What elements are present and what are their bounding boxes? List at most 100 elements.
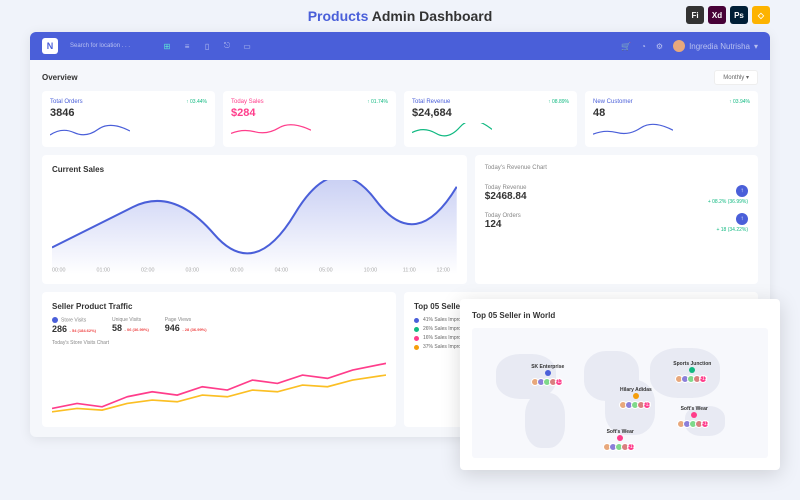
- stat-label: Total Orders: [50, 99, 207, 105]
- seller-pin[interactable]: SK Enterprise+12: [531, 364, 564, 386]
- pin-avatars: +12: [533, 378, 563, 386]
- current-sales-chart: 00:00 01:00 02:00 03:00 00:00 04:00 05:0…: [52, 180, 457, 274]
- tm-value: 58 - 06 (36.99%): [112, 323, 149, 333]
- traffic-chart: [52, 350, 386, 417]
- sketch-icon: ◇: [752, 6, 770, 24]
- seller-pin[interactable]: Hilary Adidas +12: [620, 387, 652, 409]
- stat-value: $284: [231, 107, 388, 119]
- pin-avatars: +12: [621, 401, 651, 409]
- link-icon[interactable]: ⎋: [222, 41, 232, 51]
- seller-pin[interactable]: Soft's Wear+12: [679, 406, 709, 428]
- revenue-badge: ↑ + 18 (34.22%): [716, 213, 748, 233]
- stats-row: ↑ 03.44% Total Orders 3846 ↑ 01.74% Toda…: [42, 91, 758, 147]
- cart-icon[interactable]: 🛒: [621, 42, 631, 51]
- stat-total-orders[interactable]: ↑ 03.44% Total Orders 3846: [42, 91, 215, 147]
- pin-count: +12: [555, 378, 563, 386]
- stat-today-sales[interactable]: ↑ 01.74% Today Sales $284: [223, 91, 396, 147]
- grid-icon[interactable]: ⊞: [162, 41, 172, 51]
- logo[interactable]: N: [42, 38, 58, 54]
- stat-change: ↑ 03.94%: [729, 99, 750, 105]
- tool-icons: Fi Xd Ps ◇: [686, 6, 770, 24]
- pin-label: Sports Junction: [673, 361, 711, 367]
- revenue-change: + 18 (34.22%): [716, 227, 748, 233]
- svg-text:05:00: 05:00: [319, 268, 332, 274]
- charts-row: Current Sales 00:00 01:00 02:00 03:00 00…: [42, 155, 758, 284]
- stat-change: ↑ 08.89%: [548, 99, 569, 105]
- stat-change: ↑ 03.44%: [186, 99, 207, 105]
- world-seller-overlay: Top 05 Seller in World SK Enterprise+12 S…: [460, 299, 780, 470]
- stat-total-revenue[interactable]: ↑ 08.89% Total Revenue $24,684: [404, 91, 577, 147]
- seller-pin[interactable]: Soft's Wear+12: [605, 429, 635, 451]
- card-title: Current Sales: [52, 165, 457, 174]
- pin-avatars: +12: [677, 375, 707, 383]
- list-icon[interactable]: ≡: [182, 41, 192, 51]
- user-name: Ingredia Nutrisha: [689, 42, 750, 51]
- svg-text:00:00: 00:00: [230, 268, 243, 274]
- revenue-card: Today's Revenue Chart Today Revenue $246…: [475, 155, 758, 284]
- svg-text:10:00: 10:00: [364, 268, 377, 274]
- pin-dot-icon: [689, 367, 695, 373]
- up-icon: ↑: [736, 185, 748, 197]
- stat-label: Today Sales: [231, 99, 388, 105]
- figma-icon: Fi: [686, 6, 704, 24]
- user-menu[interactable]: Ingredia Nutrisha ▾: [673, 40, 758, 52]
- up-icon: ↑: [736, 213, 748, 225]
- revenue-value: $2468.84: [485, 191, 527, 202]
- svg-text:12:00: 12:00: [436, 268, 449, 274]
- traffic-card: Seller Product Traffic Store Visits 286 …: [42, 292, 396, 426]
- stat-value: $24,684: [412, 107, 569, 119]
- stats-icon[interactable]: ▭: [242, 41, 252, 51]
- overview-header: Overview Monthly ▾: [42, 70, 758, 85]
- card-title: Seller Product Traffic: [52, 302, 386, 311]
- pin-label: Hilary Adidas: [620, 387, 652, 393]
- tm-page-views: Page Views 946 - 28 (36.99%): [165, 317, 207, 333]
- period-select[interactable]: Monthly ▾: [714, 70, 758, 85]
- settings-icon[interactable]: ⚙: [656, 42, 663, 51]
- current-sales-card: Current Sales 00:00 01:00 02:00 03:00 00…: [42, 155, 467, 284]
- notification-icon[interactable]: ◔: [641, 42, 646, 51]
- overlay-title: Top 05 Seller in World: [472, 311, 768, 320]
- title-accent: Products: [308, 8, 369, 24]
- search-input[interactable]: Search for location . . .: [70, 43, 130, 49]
- chevron-down-icon: ▾: [754, 42, 758, 51]
- chart-icon[interactable]: ▯: [202, 41, 212, 51]
- tm-store-visits: Store Visits 286 - 54 (184.62%): [52, 317, 96, 333]
- card-title: Today's Revenue Chart: [485, 165, 748, 171]
- pin-dot-icon: [691, 412, 697, 418]
- pin-dot-icon: [633, 393, 639, 399]
- stat-new-customer[interactable]: ↑ 03.94% New Customer 48: [585, 91, 758, 147]
- title-rest: Admin Dashboard: [368, 8, 492, 24]
- orders-today: Today Orders 124 ↑ + 18 (34.22%): [485, 213, 748, 233]
- pin-avatars: +12: [679, 420, 709, 428]
- sparkline: [593, 123, 673, 139]
- svg-text:00:00: 00:00: [52, 268, 65, 274]
- worldmap[interactable]: SK Enterprise+12Sports Junction+12Hilary…: [472, 328, 768, 458]
- page-title: Products Admin Dashboard: [0, 0, 800, 32]
- stat-value: 48: [593, 107, 750, 119]
- nav-icons: ⊞ ≡ ▯ ⎋ ▭: [162, 41, 252, 51]
- pin-count: +12: [699, 375, 707, 383]
- pin-avatars: +12: [605, 443, 635, 451]
- avatar: [673, 40, 685, 52]
- seller-pin[interactable]: Sports Junction +12: [673, 361, 711, 383]
- topbar: N Search for location . . . ⊞ ≡ ▯ ⎋ ▭ 🛒 …: [30, 32, 770, 60]
- tm-value: 946 - 28 (36.99%): [165, 323, 207, 333]
- revenue-value: 124: [485, 219, 521, 230]
- overview-title: Overview: [42, 73, 78, 82]
- traffic-metrics: Store Visits 286 - 54 (184.62%) Unique V…: [52, 317, 386, 333]
- tm-unique-visits: Unique Visits 58 - 06 (36.99%): [112, 317, 149, 333]
- pin-dot-icon: [545, 370, 551, 376]
- chart-sub: Today's Store Visits Chart: [52, 340, 386, 346]
- svg-text:01:00: 01:00: [97, 268, 110, 274]
- sparkline: [231, 123, 311, 139]
- svg-text:11:00: 11:00: [403, 268, 416, 274]
- svg-text:02:00: 02:00: [141, 268, 154, 274]
- pin-count: +12: [643, 401, 651, 409]
- pin-dot-icon: [617, 435, 623, 441]
- ps-icon: Ps: [730, 6, 748, 24]
- revenue-today: Today Revenue $2468.84 ↑ + 08.2% (36.99%…: [485, 185, 748, 205]
- pin-count: +12: [627, 443, 635, 451]
- xd-icon: Xd: [708, 6, 726, 24]
- topbar-right: 🛒 ◔ ⚙ Ingredia Nutrisha ▾: [621, 40, 758, 52]
- pin-count: +12: [701, 420, 709, 428]
